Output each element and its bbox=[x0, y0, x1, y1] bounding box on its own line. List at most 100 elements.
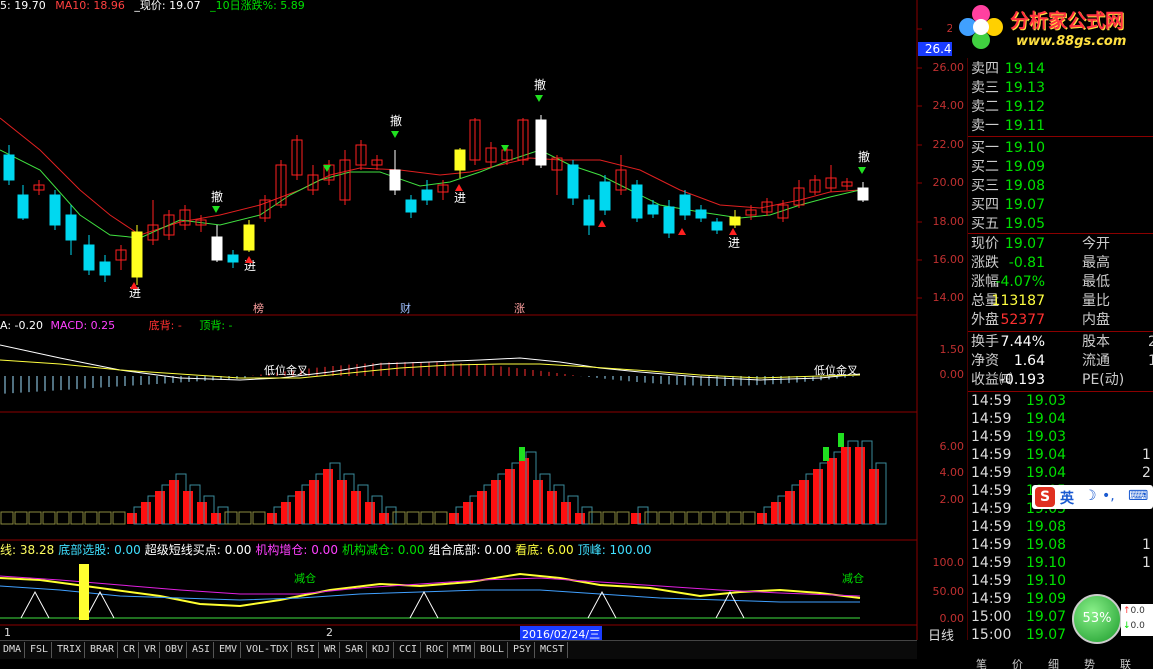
tab-cci[interactable]: CCI bbox=[396, 642, 422, 658]
bottom-tab[interactable]: 细 bbox=[1048, 658, 1059, 669]
tab-trix[interactable]: TRIX bbox=[54, 642, 86, 658]
macd-top-div: 顶背: - bbox=[199, 319, 233, 332]
period-label[interactable]: 日线 bbox=[928, 625, 954, 644]
tick-price: 19.08 bbox=[1026, 519, 1067, 535]
tab-mcst[interactable]: MCST bbox=[537, 642, 569, 658]
tick-price: 19.03 bbox=[1026, 429, 1067, 445]
tab-asi[interactable]: ASI bbox=[189, 642, 215, 658]
quote-value: 19.07 bbox=[1004, 236, 1045, 252]
tick-time: 14:59 bbox=[971, 501, 1012, 517]
orderbook-label: 卖一 bbox=[971, 118, 999, 134]
ind-axis-3: 0.00 bbox=[939, 612, 965, 625]
candle-body bbox=[454, 149, 466, 171]
orderbook-price: 19.12 bbox=[1004, 99, 1045, 115]
indicator-header: 线: 38.28 底部选股: 0.00 超级短线买点: 0.00 机构增仓: 0.00… bbox=[0, 541, 656, 557]
tab-psy[interactable]: PSY bbox=[510, 642, 536, 658]
macd-bottom-div: 底背: - bbox=[148, 319, 182, 332]
orderbook-row: 卖一 19.11 bbox=[968, 117, 1153, 136]
quote-label2: 最高 bbox=[1082, 255, 1110, 271]
logo-url: www.88gs.com bbox=[1016, 34, 1127, 49]
fundamental-extra: 2 bbox=[1148, 334, 1153, 350]
orderbook-label: 卖四 bbox=[971, 61, 999, 77]
tick-time: 14:59 bbox=[971, 411, 1012, 427]
tick-volume: 1 bbox=[1142, 447, 1151, 463]
tick-row: 14:59 19.04 1 bbox=[968, 446, 1153, 465]
tick-time: 14:59 bbox=[971, 555, 1012, 571]
quote-row: 现价 19.07 今开 bbox=[968, 235, 1153, 254]
indicator-tabs: DMA FSL TRIX BRAR CR VR OBV ASI EMV VOL-TDX RSI WR S… bbox=[0, 640, 917, 659]
candlesticks bbox=[3, 115, 869, 285]
tab-vol-tdx[interactable]: VOL-TDX bbox=[243, 642, 293, 658]
tick-time: 14:59 bbox=[971, 519, 1012, 535]
tick-price: 19.04 bbox=[1026, 465, 1067, 481]
tick-row: 14:59 19.03 bbox=[968, 428, 1153, 447]
tab-vr[interactable]: VR bbox=[141, 642, 161, 658]
tab-brar[interactable]: BRAR bbox=[87, 642, 119, 658]
ime-toolbar[interactable]: S 英 ☽ •, ⌨ bbox=[1032, 485, 1153, 509]
quote-label2: 最低 bbox=[1082, 274, 1110, 290]
ime-lang[interactable]: 英 bbox=[1060, 488, 1074, 508]
tab-emv[interactable]: EMV bbox=[216, 642, 242, 658]
time-bar: 1 2 2016/02/24/三 bbox=[0, 626, 917, 642]
fundamental-label2: PE(动) bbox=[1082, 372, 1125, 388]
candle-body bbox=[631, 184, 643, 219]
signal-in-label: 进 bbox=[454, 191, 466, 205]
bottom-tab[interactable]: 笔 bbox=[976, 658, 987, 669]
candle-body bbox=[211, 236, 223, 261]
candle-body bbox=[663, 206, 675, 234]
tab-roc[interactable]: ROC bbox=[423, 642, 449, 658]
candle-body bbox=[65, 214, 77, 241]
orderbook-row: 卖四 19.14 bbox=[968, 60, 1153, 79]
tab-sar[interactable]: SAR bbox=[342, 642, 368, 658]
vol-axis-3: 2.00 bbox=[939, 493, 965, 506]
orderbook-label: 买五 bbox=[971, 216, 999, 232]
keyboard-icon[interactable]: ⌨ bbox=[1128, 488, 1148, 504]
moon-icon[interactable]: ☽ bbox=[1084, 488, 1097, 504]
tick-row: 14:59 19.08 bbox=[968, 518, 1153, 537]
punct-icon[interactable]: •, bbox=[1102, 488, 1115, 504]
candle-body bbox=[729, 216, 741, 226]
tick-row: 14:59 19.08 1 bbox=[968, 536, 1153, 555]
tab-dma[interactable]: DMA bbox=[0, 642, 26, 658]
reduce-label-2: 减仓 bbox=[842, 572, 864, 585]
fundamental-label2: 股本 bbox=[1082, 334, 1110, 350]
price-axis-label: 22.00 bbox=[932, 138, 965, 151]
fundamental-label: 换手 bbox=[971, 334, 999, 350]
quote-label2: 量比 bbox=[1082, 293, 1110, 309]
tick-price: 19.10 bbox=[1026, 573, 1067, 589]
bottom-tab[interactable]: 价 bbox=[1012, 658, 1023, 669]
candle-body bbox=[3, 154, 15, 181]
signal-out-label: 撤 bbox=[390, 113, 402, 128]
signal-out-label: 撤 bbox=[534, 77, 546, 92]
tab-obv[interactable]: OBV bbox=[162, 642, 188, 658]
speed-badge[interactable]: 53% bbox=[1072, 594, 1122, 644]
bottom-tab[interactable]: 联 bbox=[1120, 658, 1131, 669]
fundamental-row: 换手 7.44% 股本 2 bbox=[968, 333, 1153, 352]
tab-kdj[interactable]: KDJ bbox=[369, 642, 395, 658]
volume-bars bbox=[0, 433, 887, 525]
tab-cr[interactable]: CR bbox=[120, 642, 140, 658]
quote-value: -0.81 bbox=[1008, 255, 1045, 271]
quote-value: -4.07% bbox=[995, 274, 1045, 290]
tick-price: 19.10 bbox=[1026, 555, 1067, 571]
site-logo: 分析家公式网 www.88gs.com bbox=[952, 0, 1153, 58]
tab-rsi[interactable]: RSI bbox=[294, 642, 320, 658]
tab-fsl[interactable]: FSL bbox=[27, 642, 53, 658]
tick-volume: 2 bbox=[1142, 465, 1151, 481]
up-arrow-icon: ↑ bbox=[1123, 606, 1131, 616]
quote-value: 52377 bbox=[1000, 312, 1045, 328]
orderbook-label: 买一 bbox=[971, 140, 999, 156]
tick-volume: 1 bbox=[1142, 555, 1151, 571]
macd-dea-line bbox=[0, 359, 861, 379]
tab-boll[interactable]: BOLL bbox=[477, 642, 509, 658]
sogou-icon[interactable]: S bbox=[1035, 487, 1055, 507]
price-axis-label: 18.00 bbox=[932, 215, 965, 228]
tab-mtm[interactable]: MTM bbox=[450, 642, 476, 658]
vol-axis-2: 4.00 bbox=[939, 466, 965, 479]
tab-wr[interactable]: WR bbox=[321, 642, 341, 658]
quote-label: 涨跌 bbox=[971, 255, 999, 271]
tick-price: 19.07 bbox=[1026, 627, 1067, 643]
orderbook-label: 买二 bbox=[971, 159, 999, 175]
bottom-tab[interactable]: 势 bbox=[1084, 658, 1095, 669]
orderbook-price: 19.07 bbox=[1004, 197, 1045, 213]
